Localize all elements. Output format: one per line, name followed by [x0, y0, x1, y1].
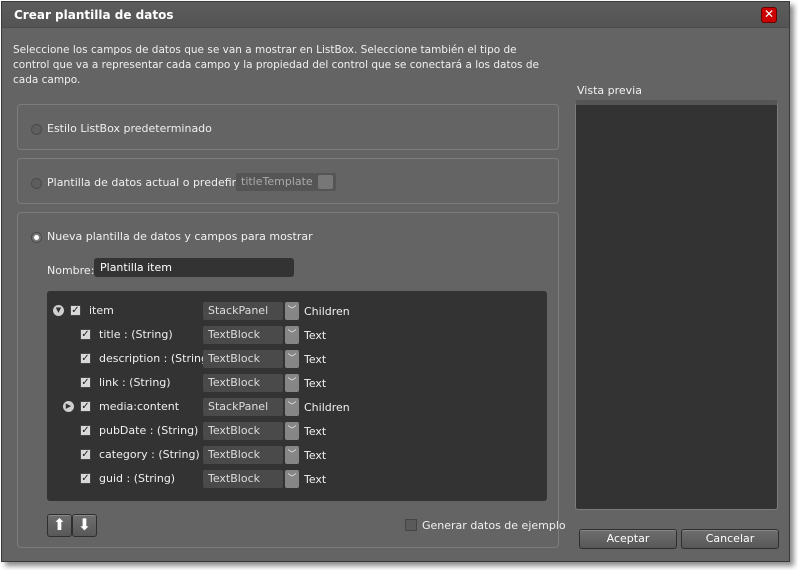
ok-button[interactable]: Aceptar: [579, 529, 677, 549]
field-checkbox[interactable]: ✓: [80, 473, 91, 484]
create-data-template-dialog: Crear plantilla de datos ✕ Seleccione lo…: [1, 1, 790, 562]
field-row: ✓ link : (String) TextBlock ﹀ Text: [47, 372, 547, 392]
chevron-down-icon[interactable]: ﹀: [285, 470, 299, 488]
existing-template-value: titleTemplate: [241, 175, 313, 188]
move-up-button[interactable]: ⬆: [47, 514, 72, 537]
field-row: ✓ category : (String) TextBlock ﹀ Text: [47, 444, 547, 464]
control-type-select[interactable]: TextBlock: [203, 374, 283, 392]
control-type-value: StackPanel: [208, 304, 269, 317]
fields-tree: ▼ ✓ item StackPanel ﹀ Children ✓ title : (Strin…: [47, 291, 547, 501]
description-text: Seleccione los campos de datos que se va…: [13, 44, 539, 86]
field-checkbox[interactable]: ✓: [80, 449, 91, 460]
field-row: ▶ ✓ media:content StackPanel ﹀ Children: [47, 396, 547, 416]
field-checkbox[interactable]: ✓: [80, 353, 91, 364]
chevron-down-icon[interactable]: ﹀: [285, 302, 299, 320]
default-style-label: Estilo ListBox predeterminado: [47, 122, 212, 135]
chevron-down-icon[interactable]: ﹀: [285, 398, 299, 416]
default-style-group: Estilo ListBox predeterminado: [17, 104, 559, 150]
bound-property: Text: [304, 449, 327, 462]
control-type-value: TextBlock: [208, 448, 260, 461]
chevron-down-icon[interactable]: ﹀: [285, 350, 299, 368]
field-name: link : (String): [99, 376, 171, 389]
sample-data-checkbox[interactable]: [405, 519, 417, 531]
default-style-radio[interactable]: [31, 124, 42, 135]
field-row: ✓ title : (String) TextBlock ﹀ Text: [47, 324, 547, 344]
control-type-select[interactable]: TextBlock: [203, 422, 283, 440]
existing-template-dropdown-button[interactable]: [318, 175, 333, 189]
field-checkbox[interactable]: ✓: [80, 329, 91, 340]
expand-down-icon[interactable]: ▼: [53, 305, 64, 316]
field-name: pubDate : (String): [99, 424, 199, 437]
control-type-select[interactable]: TextBlock: [203, 326, 283, 344]
field-row: ▼ ✓ item StackPanel ﹀ Children: [47, 300, 547, 320]
control-type-value: TextBlock: [208, 328, 260, 341]
bound-property: Text: [304, 353, 327, 366]
field-row: ✓ guid : (String) TextBlock ﹀ Text: [47, 468, 547, 488]
field-row: ✓ description : (String) TextBlock ﹀ Text: [47, 348, 547, 368]
control-type-value: TextBlock: [208, 472, 260, 485]
cancel-button[interactable]: Cancelar: [681, 529, 779, 549]
bound-property: Children: [304, 305, 350, 318]
chevron-down-icon[interactable]: ﹀: [285, 374, 299, 392]
chevron-down-icon[interactable]: ﹀: [285, 422, 299, 440]
field-checkbox[interactable]: ✓: [80, 425, 91, 436]
field-checkbox[interactable]: ✓: [70, 305, 81, 316]
control-type-select[interactable]: TextBlock: [203, 350, 283, 368]
control-type-value: TextBlock: [208, 424, 260, 437]
field-name: title : (String): [99, 328, 173, 341]
field-name: guid : (String): [99, 472, 176, 485]
chevron-down-icon[interactable]: ﹀: [285, 446, 299, 464]
bound-property: Text: [304, 473, 327, 486]
control-type-value: TextBlock: [208, 352, 260, 365]
bound-property: Children: [304, 401, 350, 414]
field-checkbox[interactable]: ✓: [80, 377, 91, 388]
control-type-value: StackPanel: [208, 400, 269, 413]
existing-template-radio[interactable]: [31, 178, 42, 189]
field-name: category : (String): [99, 448, 200, 461]
name-input[interactable]: [94, 258, 294, 277]
field-checkbox[interactable]: ✓: [80, 401, 91, 412]
control-type-select[interactable]: StackPanel: [203, 398, 283, 416]
control-type-select[interactable]: StackPanel: [203, 302, 283, 320]
field-row: ✓ pubDate : (String) TextBlock ﹀ Text: [47, 420, 547, 440]
name-label: Nombre:: [47, 264, 95, 277]
expand-right-icon[interactable]: ▶: [63, 401, 74, 412]
bound-property: Text: [304, 329, 327, 342]
bound-property: Text: [304, 425, 327, 438]
new-template-group: Nueva plantilla de datos y campos para m…: [17, 212, 566, 548]
field-name: description : (String): [99, 352, 213, 365]
existing-template-label: Plantilla de datos actual o predefinida:: [47, 176, 260, 189]
preview-pane: [575, 100, 778, 510]
sample-data-label: Generar datos de ejemplo: [422, 519, 566, 532]
dialog-title: Crear plantilla de datos: [14, 8, 174, 22]
control-type-value: TextBlock: [208, 376, 260, 389]
title-bar: Crear plantilla de datos ✕: [2, 2, 789, 28]
existing-template-group: Plantilla de datos actual o predefinida:…: [17, 158, 559, 204]
field-name: item: [89, 304, 114, 317]
new-template-radio[interactable]: [31, 232, 42, 243]
move-down-button[interactable]: ⬇: [72, 514, 97, 537]
preview-label: Vista previa: [577, 84, 642, 97]
close-icon[interactable]: ✕: [761, 7, 777, 23]
bound-property: Text: [304, 377, 327, 390]
field-name: media:content: [99, 400, 180, 413]
control-type-select[interactable]: TextBlock: [203, 446, 283, 464]
chevron-down-icon[interactable]: ﹀: [285, 326, 299, 344]
arrow-down-icon: ⬇: [77, 515, 92, 534]
new-template-label: Nueva plantilla de datos y campos para m…: [47, 230, 313, 243]
arrow-up-icon: ⬆: [52, 515, 67, 534]
control-type-select[interactable]: TextBlock: [203, 470, 283, 488]
